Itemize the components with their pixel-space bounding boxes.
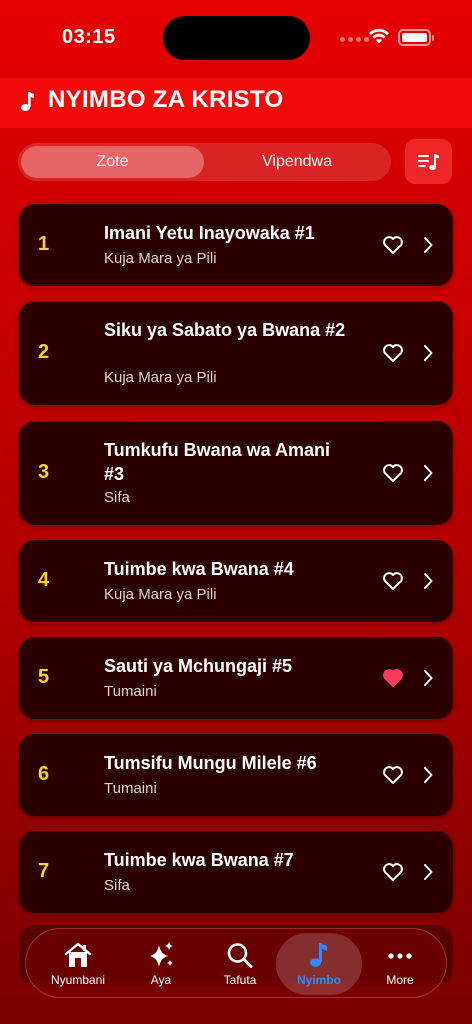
song-number: 6: [38, 763, 50, 785]
song-category: Tumaini: [104, 780, 157, 797]
song-category: Kuja Mara ya Pili: [104, 250, 217, 267]
song-row[interactable]: 3 Tumkufu Bwana wa Amani #3 Sifa: [19, 421, 453, 525]
song-category: Sifa: [104, 489, 130, 506]
tab-label: Nyimbo: [296, 973, 341, 987]
song-title: Tumkufu Bwana wa Amani #3: [104, 440, 331, 484]
chevron-right-icon: [424, 670, 433, 686]
song-title: Siku ya Sabato ya Bwana #2: [104, 320, 346, 340]
song-number: 5: [38, 666, 50, 688]
chevron-right-icon: [424, 767, 433, 783]
song-row[interactable]: 6 Tumsifu Mungu Milele #6 Tumaini: [19, 734, 453, 816]
song-title: Imani Yetu Inayowaka #1: [104, 223, 315, 243]
music-note-icon: [310, 943, 327, 967]
song-number: 4: [38, 569, 50, 591]
tab-bar: Nyumbani Aya Tafuta Nyimbo More: [25, 928, 447, 998]
playlist-icon: [417, 153, 439, 170]
song-number: 1: [38, 233, 50, 255]
song-row[interactable]: 7 Tuimbe kwa Bwana #7 Sifa: [19, 831, 453, 913]
song-category: Kuja Mara ya Pili: [104, 369, 217, 386]
song-category: Kuja Mara ya Pili: [104, 586, 217, 603]
heart-icon[interactable]: [382, 861, 404, 883]
dynamic-island: [163, 16, 310, 60]
song-title: Sauti ya Mchungaji #5: [104, 656, 293, 676]
song-row[interactable]: 1 Imani Yetu Inayowaka #1 Kuja Mara ya Pil…: [19, 204, 453, 286]
song-title: Tumsifu Mungu Milele #6: [104, 753, 317, 773]
heart-icon[interactable]: [382, 764, 404, 786]
segment-vipendwa[interactable]: Vipendwa: [206, 146, 388, 178]
song-number: 2: [38, 341, 50, 363]
tab-label: More: [386, 973, 414, 987]
heart-icon[interactable]: [382, 234, 404, 256]
chevron-right-icon: [424, 345, 433, 361]
page-title: NYIMBO ZA KRISTO: [48, 86, 284, 113]
home-icon: [64, 942, 92, 967]
tab-label: Nyumbani: [50, 973, 106, 987]
more-icon: [388, 953, 412, 959]
chevron-right-icon: [424, 864, 433, 880]
tab-nyumbani[interactable]: Nyumbani: [38, 933, 118, 995]
song-category: Tumaini: [104, 683, 157, 700]
search-icon: [227, 943, 253, 968]
song-title: Tuimbe kwa Bwana #4: [104, 559, 294, 579]
song-row[interactable]: 4 Tuimbe kwa Bwana #4 Kuja Mara ya Pili: [19, 540, 453, 622]
battery-icon: [398, 29, 434, 46]
tab-nyimbo[interactable]: Nyimbo: [276, 933, 362, 995]
music-note-icon: [21, 92, 34, 111]
tab-label: Aya: [150, 973, 172, 987]
song-row[interactable]: 2 Siku ya Sabato ya Bwana #2 Kuja Mara ya …: [19, 301, 453, 405]
status-bar: 03:15: [0, 0, 472, 78]
song-number: 3: [38, 461, 50, 483]
heart-icon[interactable]: [382, 462, 404, 484]
song-number: 7: [38, 860, 50, 882]
tab-tafuta[interactable]: Tafuta: [200, 933, 280, 995]
tab-more[interactable]: More: [360, 933, 440, 995]
status-time: 03:15: [62, 26, 116, 48]
chevron-right-icon: [424, 465, 433, 481]
cellular-signal-icon: [340, 37, 369, 42]
song-title: Tuimbe kwa Bwana #7: [104, 850, 294, 870]
song-category: Sifa: [104, 877, 130, 894]
sparkles-icon: [150, 942, 173, 967]
filter-segmented-control: Zote Vipendwa: [18, 143, 391, 181]
chevron-right-icon: [424, 573, 433, 589]
tab-label: Tafuta: [223, 973, 257, 987]
wifi-icon: [369, 28, 389, 44]
playlist-button[interactable]: [405, 139, 452, 184]
song-row[interactable]: 5 Sauti ya Mchungaji #5 Tumaini: [19, 637, 453, 719]
heart-icon[interactable]: [382, 570, 404, 592]
segment-zote[interactable]: Zote: [21, 146, 204, 178]
tab-aya[interactable]: Aya: [121, 933, 201, 995]
heart-icon[interactable]: [382, 342, 404, 364]
heart-filled-icon[interactable]: [382, 667, 404, 689]
chevron-right-icon: [424, 237, 433, 253]
